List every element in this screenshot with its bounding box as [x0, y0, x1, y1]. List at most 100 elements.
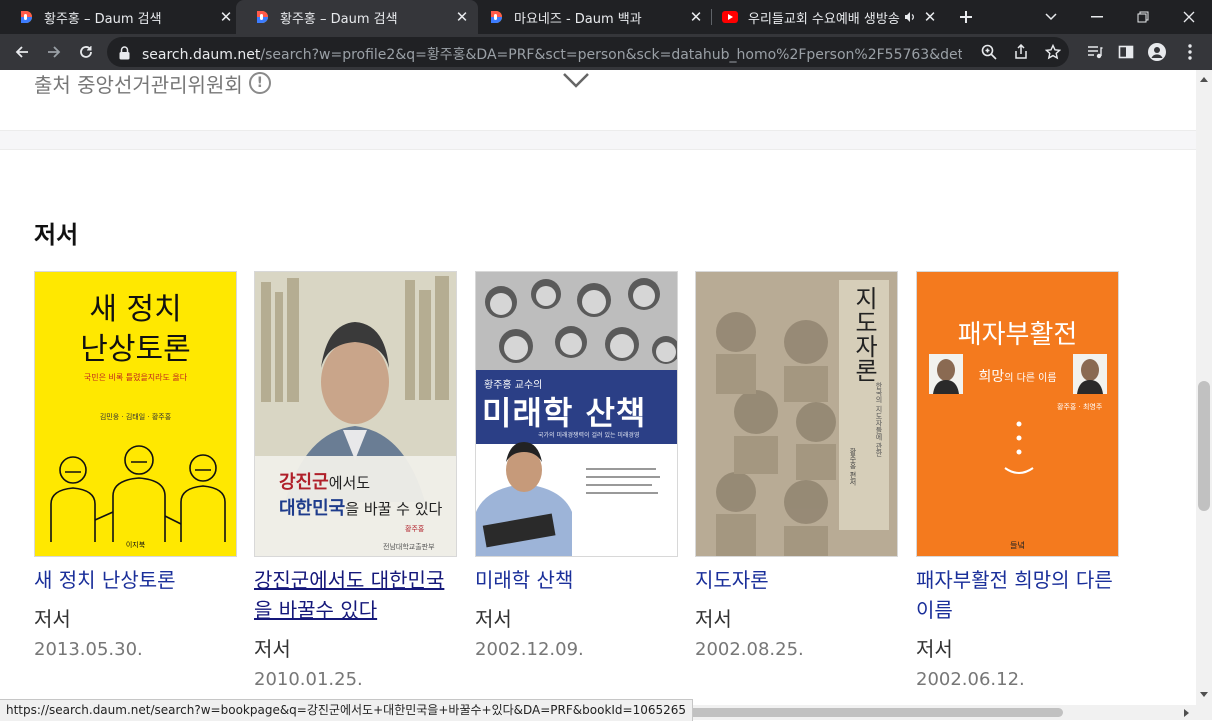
tab-2[interactable]: 황주홍 – Daum 검색 ✕ — [236, 0, 478, 34]
cover-photo-collage — [476, 272, 677, 372]
tab-close-icon[interactable]: ✕ — [688, 8, 704, 26]
chevron-down-icon — [1045, 13, 1057, 21]
cover-author-photo — [476, 442, 660, 556]
address-bar[interactable]: search.daum.net/search?w=profile2&q=황주홍&… — [107, 37, 1069, 67]
cover-subtitle: 국가의 미래경쟁력이 걸려 있는 미래경영 — [538, 432, 640, 439]
tab-strip: 황주홍 – Daum 검색 ✕ 황주홍 – Daum 검색 ✕ 마요네즈 - D… — [0, 0, 1212, 34]
restore-button[interactable] — [1120, 0, 1166, 34]
daum-d-icon — [488, 9, 504, 25]
cover-author: 황주홍 편저 — [849, 448, 857, 486]
reload-button[interactable] — [72, 38, 100, 66]
tab-close-icon[interactable]: ✕ — [922, 8, 938, 26]
arrow-left-icon — [15, 46, 28, 58]
more-menu-icon[interactable] — [1180, 42, 1200, 62]
status-bar-url: https://search.daum.net/search?w=bookpag… — [0, 699, 694, 721]
new-tab-button[interactable] — [954, 5, 978, 29]
book-title-link[interactable]: 패자부활전 희망의 다른 이름 — [916, 565, 1120, 625]
tab-3[interactable]: 마요네즈 - Daum 백과 ✕ — [470, 0, 712, 34]
section-divider — [0, 130, 1196, 150]
cover-title: 미래학 산책 — [482, 394, 647, 432]
book-cover-image[interactable]: 강진군에서도 대한민국을 바꿀 수 있다 황주홍 전남대학교출판부 — [254, 271, 457, 557]
cover-title-text: 지도자론 — [850, 286, 878, 382]
book-date: 2002.06.12. — [916, 669, 1025, 690]
book-role: 저서 — [475, 607, 512, 631]
scroll-right-icon[interactable] — [1184, 709, 1190, 717]
cover-title-line2: 난상토론 — [80, 332, 191, 367]
cover-title-strong-1: 강진군 — [279, 472, 329, 493]
media-control-icon[interactable] — [1085, 42, 1105, 62]
book-date: 2002.08.25. — [695, 639, 804, 660]
tab-4[interactable]: 우리들교회 수요예배 생방송 ✕ — [704, 0, 946, 34]
book-cover-image[interactable]: 새 정치 난상토론 국민은 비록 틀렸을지라도 옳다 김민웅 · 김태일 · 황… — [34, 271, 237, 557]
cover-title-rest-1: 에서도 — [328, 474, 371, 492]
tab-title: 황주홍 – Daum 검색 — [44, 11, 162, 27]
cover-publisher: 이지북 — [125, 541, 146, 549]
minimize-icon — [1091, 16, 1103, 18]
cover-publisher: 들녘 — [1010, 541, 1025, 550]
cover-portrait-right — [1073, 354, 1107, 394]
scroll-up-icon[interactable] — [1200, 76, 1208, 82]
book-title-link[interactable]: 미래학 산책 — [475, 565, 679, 595]
book-role: 저서 — [695, 607, 732, 631]
cover-authors: 황주홍 · 최영주 — [1057, 403, 1103, 411]
cover-title: 지도자론 — [842, 286, 886, 382]
cover-title-strong-2: 대한민국 — [279, 498, 346, 519]
vertical-scrollbar-thumb[interactable] — [1198, 381, 1210, 511]
cover-publisher: 전남대학교출판부 — [383, 543, 435, 551]
speaker-icon[interactable] — [904, 11, 916, 23]
youtube-icon — [722, 9, 738, 25]
cover-author: 황주홍 — [405, 525, 425, 533]
daum-d-icon — [18, 9, 34, 25]
source-label: 출처 중앙선거관리위원회 — [34, 72, 243, 97]
reload-icon — [80, 46, 92, 58]
lock-icon[interactable] — [119, 45, 130, 64]
tab-search-button[interactable] — [1028, 0, 1074, 34]
plus-icon — [960, 11, 972, 23]
cover-subtitle-rest: 의 다른 이름 — [1004, 373, 1057, 384]
profile-avatar-icon[interactable] — [1147, 42, 1167, 62]
section-title: 저서 — [34, 221, 79, 249]
book-date: 2002.12.09. — [475, 639, 584, 660]
daum-d-icon — [254, 9, 270, 25]
book-role: 저서 — [916, 637, 953, 661]
book-title-link[interactable]: 강진군에서도 대한민국을 바꿀수 있다 — [254, 565, 458, 625]
back-button[interactable] — [8, 38, 36, 66]
tab-1[interactable]: 황주홍 – Daum 검색 ✕ — [0, 0, 242, 34]
scroll-down-icon[interactable] — [1200, 692, 1208, 698]
url-path: /search?w=profile2&q=황주홍&DA=PRF&sct=pers… — [260, 47, 962, 63]
book-role: 저서 — [254, 637, 291, 661]
cover-authors: 김민웅 · 김태일 · 황주홍 — [99, 413, 172, 421]
cover-title-rest-2: 을 바꿀 수 있다 — [345, 500, 443, 518]
cover-title-line1: 새 정치 — [89, 292, 182, 327]
bookmark-star-icon[interactable] — [1043, 42, 1063, 62]
book-title-link[interactable]: 새 정치 난상토론 — [34, 565, 238, 595]
forward-button[interactable] — [40, 38, 68, 66]
tab-title: 우리들교회 수요예배 생방송 — [748, 11, 900, 27]
share-icon[interactable] — [1011, 42, 1031, 62]
book-cover-image[interactable]: 황주홍 교수의 미래학 산책 국가의 미래경쟁력이 걸려 있는 미래경영 — [475, 271, 678, 557]
close-icon — [1183, 11, 1195, 23]
close-window-button[interactable] — [1166, 0, 1212, 34]
cover-spine-note: 한국의 지도자들에 관한 — [875, 382, 883, 457]
minimize-button[interactable] — [1074, 0, 1120, 34]
book-title-link[interactable]: 지도자론 — [695, 565, 899, 595]
restore-icon — [1137, 11, 1149, 23]
book-cover-image[interactable]: 지도자론 한국의 지도자들에 관한 황주홍 편저 — [695, 271, 898, 557]
cover-dots-ornament — [1004, 421, 1034, 474]
horizontal-scrollbar-thumb[interactable] — [657, 708, 1063, 717]
side-panel-icon[interactable] — [1116, 42, 1136, 62]
cover-portrait-left — [929, 354, 963, 394]
book-date: 2010.01.25. — [254, 669, 363, 690]
expand-button[interactable] — [562, 72, 590, 92]
cover-illustration — [50, 445, 226, 542]
url-text[interactable]: search.daum.net/search?w=profile2&q=황주홍&… — [142, 44, 962, 64]
book-cover-image[interactable]: 패자부활전 희망의 다른 이름 황주홍 · 최영주 들녘 — [916, 271, 1119, 557]
zoom-icon[interactable] — [979, 42, 999, 62]
page-content: 출처 중앙선거관리위원회 ! 저서 새 정치 난상토론 국민은 비록 틀렸을지라… — [0, 70, 1196, 720]
tab-close-icon[interactable]: ✕ — [454, 8, 470, 26]
info-icon[interactable]: ! — [248, 72, 271, 94]
book-role: 저서 — [34, 607, 71, 631]
book-date: 2013.05.30. — [34, 639, 143, 660]
tab-title: 황주홍 – Daum 검색 — [280, 11, 398, 27]
tab-close-icon[interactable]: ✕ — [218, 8, 234, 26]
